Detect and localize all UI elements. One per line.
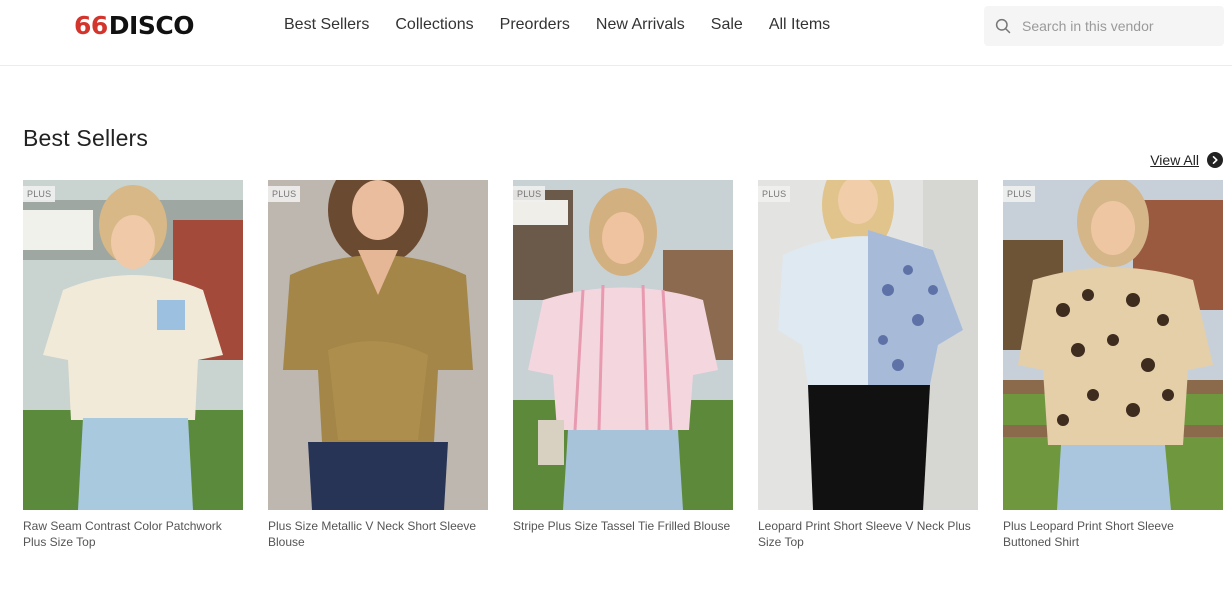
nav-sale[interactable]: Sale — [711, 14, 743, 36]
product-badge: PLUS — [268, 186, 301, 202]
nav-preorders[interactable]: Preorders — [500, 14, 570, 36]
logo-word: DISCO — [108, 10, 195, 40]
product-grid: PLUS Raw Seam Contrast Color Patchwork P… — [23, 180, 1223, 550]
nav-all-items[interactable]: All Items — [769, 14, 830, 36]
product-badge: PLUS — [758, 186, 791, 202]
search-icon[interactable] — [984, 6, 1022, 46]
product-card[interactable]: PLUS Plus Size Metallic V Neck Short Sle… — [268, 180, 488, 550]
product-image[interactable]: PLUS — [268, 180, 488, 510]
main-nav: Best Sellers Collections Preorders New A… — [284, 14, 856, 36]
product-title[interactable]: Plus Size Metallic V Neck Short Sleeve B… — [268, 518, 488, 550]
logo-number: 66 — [74, 10, 108, 40]
product-image[interactable]: PLUS — [758, 180, 978, 510]
product-badge: PLUS — [513, 186, 546, 202]
product-card[interactable]: PLUS Raw Seam Contrast Color Patchwork P… — [23, 180, 243, 550]
product-title[interactable]: Plus Leopard Print Short Sleeve Buttoned… — [1003, 518, 1223, 550]
search-box[interactable] — [984, 6, 1224, 46]
product-title[interactable]: Raw Seam Contrast Color Patchwork Plus S… — [23, 518, 243, 550]
product-card[interactable]: PLUS Leopard Print Short Sleeve V Neck P… — [758, 180, 978, 550]
top-navigation-bar: 66 DISCO Best Sellers Collections Preord… — [0, 0, 1232, 66]
product-image[interactable]: PLUS — [23, 180, 243, 510]
search-input[interactable] — [1022, 18, 1212, 34]
product-badge: PLUS — [23, 186, 56, 202]
view-all-label[interactable]: View All — [1150, 152, 1199, 168]
site-logo[interactable]: 66 DISCO — [74, 10, 194, 40]
product-title[interactable]: Leopard Print Short Sleeve V Neck Plus S… — [758, 518, 978, 550]
section-title: Best Sellers — [23, 125, 149, 151]
nav-best-sellers[interactable]: Best Sellers — [284, 14, 369, 36]
nav-new-arrivals[interactable]: New Arrivals — [596, 14, 685, 36]
product-image[interactable]: PLUS — [513, 180, 733, 510]
chevron-right-circle-icon[interactable] — [1207, 152, 1223, 168]
product-card[interactable]: PLUS Stripe Plus Size Tassel Tie Frilled… — [513, 180, 733, 550]
product-image[interactable]: PLUS — [1003, 180, 1223, 510]
product-title[interactable]: Stripe Plus Size Tassel Tie Frilled Blou… — [513, 518, 733, 534]
product-card[interactable]: PLUS Plus Leopard Print Short Sleeve But… — [1003, 180, 1223, 550]
nav-collections[interactable]: Collections — [395, 14, 473, 36]
view-all-link[interactable]: View All — [1150, 152, 1223, 168]
product-badge: PLUS — [1003, 186, 1036, 202]
